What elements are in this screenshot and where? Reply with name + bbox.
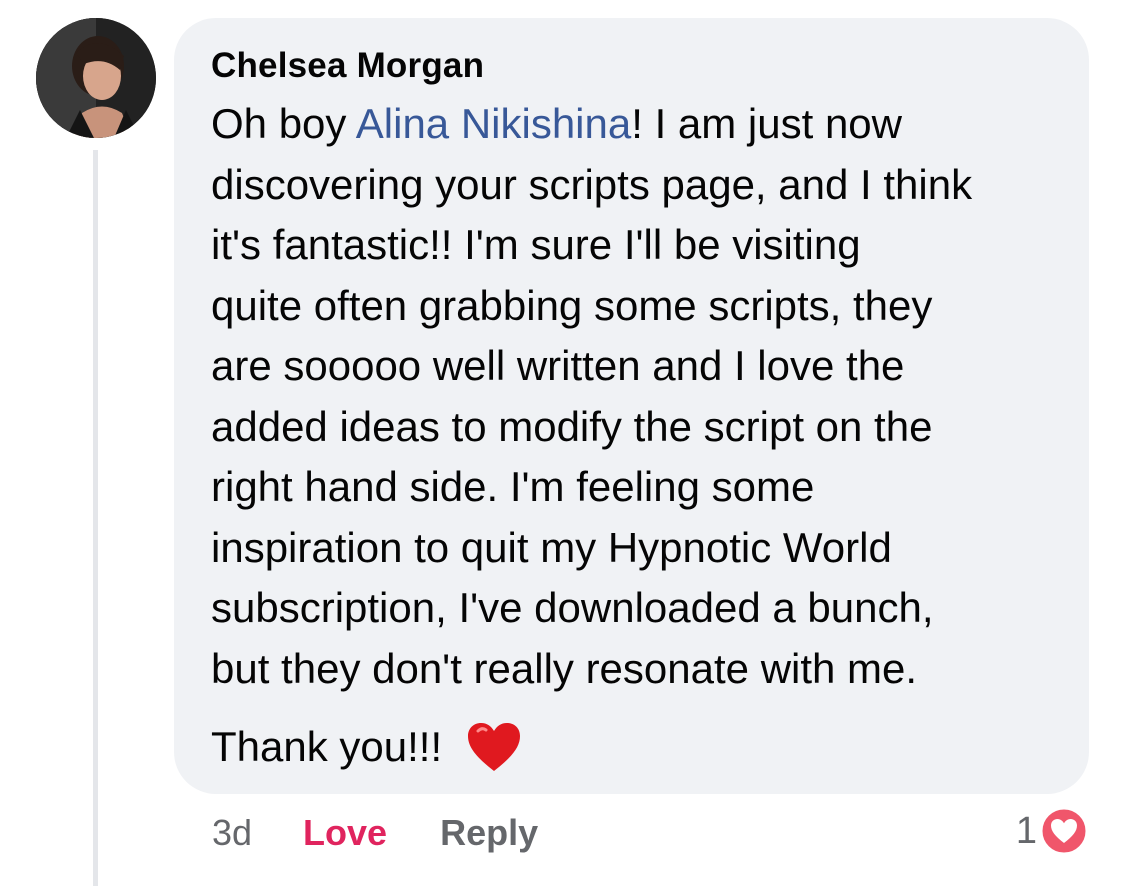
comment-line: but they don't really resonate with me. bbox=[211, 644, 918, 692]
red-heart-emoji-icon bbox=[466, 721, 522, 773]
comment-author[interactable]: Chelsea Morgan bbox=[211, 44, 1059, 88]
profile-photo-icon bbox=[36, 18, 156, 138]
love-button[interactable]: Love bbox=[303, 812, 387, 854]
comment-timestamp[interactable]: 3d bbox=[212, 812, 252, 854]
comment-line: Oh boy Alina Nikishina! I am just now bbox=[211, 94, 1059, 155]
comment-line-suffix: ! I am just now bbox=[631, 100, 902, 147]
avatar[interactable] bbox=[36, 18, 156, 138]
comment-bubble: Chelsea Morgan Oh boy Alina Nikishina! I… bbox=[174, 18, 1089, 794]
reaction-summary[interactable]: 1 bbox=[1016, 806, 1089, 856]
comment-closing: Thank you!!! bbox=[211, 717, 1059, 778]
comment-text-prefix: Oh boy bbox=[211, 100, 356, 147]
love-reaction-icon bbox=[1039, 806, 1089, 856]
mention-link[interactable]: Alina Nikishina bbox=[356, 100, 631, 147]
comment-line: quite often grabbing some scripts, they bbox=[211, 281, 933, 329]
comment-body: Oh boy Alina Nikishina! I am just now di… bbox=[211, 94, 1059, 778]
comment-line: it's fantastic!! I'm sure I'll be visiti… bbox=[211, 221, 861, 268]
comment-thread: Chelsea Morgan Oh boy Alina Nikishina! I… bbox=[0, 0, 1125, 886]
closing-text: Thank you!!! bbox=[211, 723, 443, 770]
comment-line: added ideas to modify the script on the bbox=[211, 402, 933, 450]
thread-connector-line bbox=[93, 150, 98, 886]
comment-line: inspiration to quit my Hypnotic World bbox=[211, 523, 892, 571]
comment-line: are sooooo well written and I love the bbox=[211, 342, 905, 389]
comment-line: right hand side. I'm feeling some bbox=[211, 463, 815, 510]
reply-button[interactable]: Reply bbox=[440, 812, 538, 854]
comment-line: subscription, I've downloaded a bunch, bbox=[211, 584, 934, 631]
reaction-count: 1 bbox=[1015, 809, 1037, 852]
comment-line: discovering your scripts page, and I thi… bbox=[211, 160, 973, 208]
comment-actions: 3d Love Reply bbox=[212, 808, 538, 858]
